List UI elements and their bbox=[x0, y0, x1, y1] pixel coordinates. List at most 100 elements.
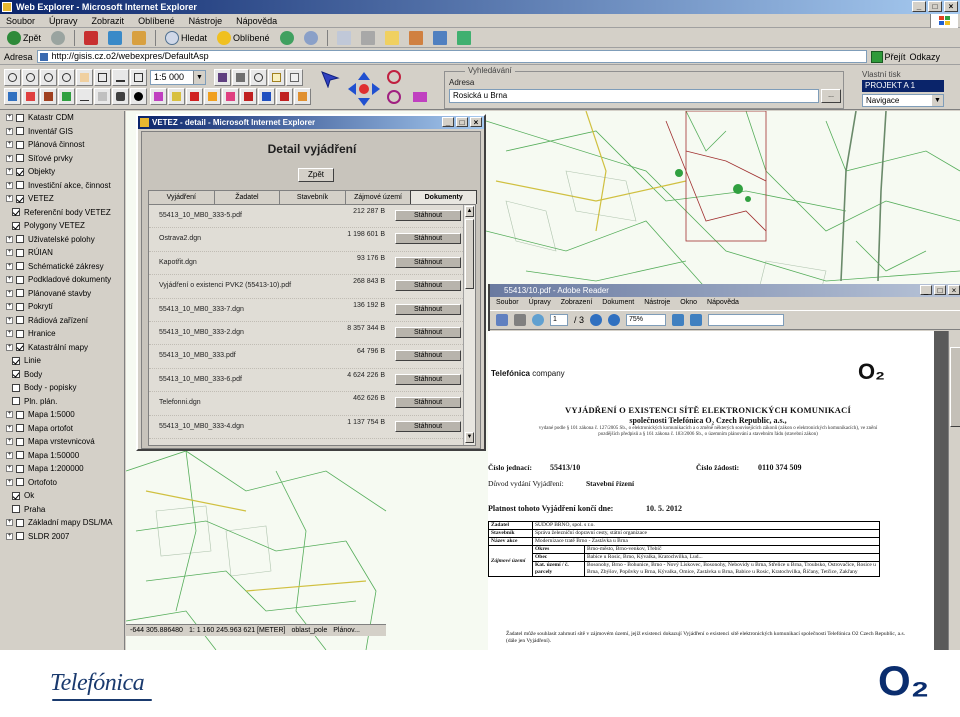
expand-icon[interactable]: + bbox=[6, 195, 13, 203]
layer-item[interactable]: + Uživatelské polohy bbox=[0, 233, 124, 247]
stop-button[interactable] bbox=[81, 29, 101, 47]
layer-checkbox[interactable] bbox=[12, 221, 20, 230]
search-button[interactable]: Hledat bbox=[162, 29, 210, 47]
layer-item[interactable]: + Mapa ortofot bbox=[0, 422, 124, 436]
layer-item[interactable]: + Plánované stavby bbox=[0, 287, 124, 301]
expand-icon[interactable]: + bbox=[6, 114, 13, 122]
network-tool[interactable] bbox=[276, 88, 293, 105]
expand-icon[interactable]: + bbox=[6, 154, 13, 162]
address-input[interactable]: http://gisis.cz.o2/webexpres/DefaultAsp bbox=[36, 50, 867, 63]
menu-edit[interactable]: Úpravy bbox=[49, 14, 78, 27]
draw-tool[interactable] bbox=[4, 88, 21, 105]
layer-item[interactable]: + Mapa 1:50000 bbox=[0, 449, 124, 463]
layer-checkbox[interactable] bbox=[16, 181, 24, 190]
layer-checkbox[interactable] bbox=[16, 140, 24, 149]
menu-tools[interactable]: Nástroje bbox=[189, 14, 223, 27]
stamp-tool[interactable] bbox=[204, 88, 221, 105]
layer-checkbox[interactable] bbox=[12, 491, 20, 500]
scroll-thumb[interactable] bbox=[465, 219, 474, 289]
minimize-button[interactable]: _ bbox=[912, 1, 926, 12]
tab-vyjadreni[interactable]: Vyjádření bbox=[148, 190, 215, 204]
expand-icon[interactable]: + bbox=[6, 262, 13, 270]
reader-menu-document[interactable]: Dokument bbox=[602, 297, 634, 309]
polygon-tool[interactable] bbox=[150, 88, 167, 105]
zoom-full-tool[interactable] bbox=[130, 69, 147, 86]
expand-icon[interactable]: + bbox=[6, 235, 13, 243]
menu-file[interactable]: Soubor bbox=[6, 14, 35, 27]
messenger-button[interactable] bbox=[430, 29, 450, 47]
expand-icon[interactable]: + bbox=[6, 519, 13, 527]
download-button[interactable]: Stáhnout bbox=[395, 256, 461, 268]
prev-page-icon[interactable] bbox=[532, 314, 544, 326]
reader-scrollbar[interactable] bbox=[948, 331, 960, 650]
project-list-item[interactable]: PROJEKT A 1 bbox=[862, 80, 944, 92]
layer-checkbox[interactable] bbox=[16, 532, 24, 541]
expand-icon[interactable]: + bbox=[6, 438, 13, 446]
layer-item[interactable]: + SLDR 2007 bbox=[0, 530, 124, 544]
layer-checkbox[interactable] bbox=[12, 505, 20, 514]
text-tool[interactable] bbox=[94, 88, 111, 105]
layer-item[interactable]: + Plánová činnost bbox=[0, 138, 124, 152]
edit-button[interactable] bbox=[406, 29, 426, 47]
layer-item[interactable]: + Inventář GIS bbox=[0, 125, 124, 139]
layer-item[interactable]: + VETEZ bbox=[0, 192, 124, 206]
expand-icon[interactable]: + bbox=[6, 330, 13, 338]
expand-icon[interactable]: + bbox=[6, 343, 13, 351]
close-button[interactable]: × bbox=[944, 1, 958, 12]
flag-tool[interactable] bbox=[186, 88, 203, 105]
layer-item[interactable]: + Rádiová zařízení bbox=[0, 314, 124, 328]
download-button[interactable]: Stáhnout bbox=[395, 303, 461, 315]
expand-icon[interactable]: + bbox=[6, 289, 13, 297]
bookmark-icon[interactable] bbox=[410, 88, 430, 106]
go-button[interactable]: Přejít bbox=[870, 50, 906, 63]
zoom-in-icon[interactable] bbox=[608, 314, 621, 326]
print-button[interactable] bbox=[358, 29, 378, 47]
menu-favorites[interactable]: Oblíbené bbox=[138, 14, 175, 27]
download-button[interactable]: Stáhnout bbox=[395, 280, 461, 292]
shape-tool[interactable] bbox=[112, 88, 129, 105]
favorites-button[interactable]: Oblíbené bbox=[214, 29, 273, 47]
view-tool[interactable] bbox=[250, 69, 267, 86]
address-search-input[interactable]: Rosická u Brna bbox=[449, 89, 819, 103]
maximize-button[interactable]: □ bbox=[934, 285, 946, 295]
zoom-out-icon[interactable] bbox=[590, 314, 603, 326]
refresh-button[interactable] bbox=[105, 29, 125, 47]
point-tool[interactable] bbox=[58, 88, 75, 105]
erase-tool[interactable] bbox=[22, 88, 39, 105]
info-tool[interactable] bbox=[268, 69, 285, 86]
layer-checkbox[interactable] bbox=[16, 275, 24, 284]
highlight-tool[interactable] bbox=[222, 88, 239, 105]
layer-item[interactable]: Body - popisky bbox=[0, 381, 124, 395]
layer-item[interactable]: + Mapa vrstevnicová bbox=[0, 435, 124, 449]
close-button[interactable]: × bbox=[470, 117, 482, 127]
scroll-thumb[interactable] bbox=[950, 347, 960, 427]
close-button[interactable]: × bbox=[948, 285, 960, 295]
zoom-in-tool[interactable] bbox=[4, 69, 21, 86]
home-button[interactable] bbox=[129, 29, 149, 47]
layer-checkbox[interactable] bbox=[16, 343, 24, 352]
find-input[interactable] bbox=[708, 314, 785, 326]
layer-checkbox[interactable] bbox=[16, 127, 24, 136]
layer-tool[interactable] bbox=[214, 69, 231, 86]
reader-menu-help[interactable]: Nápověda bbox=[707, 297, 739, 309]
pin-tool[interactable] bbox=[40, 88, 57, 105]
expand-icon[interactable]: + bbox=[6, 316, 13, 324]
folder-button[interactable] bbox=[382, 29, 402, 47]
layer-checkbox[interactable] bbox=[16, 424, 24, 433]
layer-item[interactable]: + Podkladové dokumenty bbox=[0, 273, 124, 287]
print-icon[interactable] bbox=[514, 314, 526, 326]
expand-icon[interactable]: + bbox=[6, 181, 13, 189]
address-search-button[interactable]: ... bbox=[821, 89, 841, 103]
expand-icon[interactable]: + bbox=[6, 249, 13, 257]
download-button[interactable]: Stáhnout bbox=[395, 233, 461, 245]
layer-item[interactable]: + Mapa 1:5000 bbox=[0, 408, 124, 422]
layer-item[interactable]: Praha bbox=[0, 503, 124, 517]
export-tool[interactable] bbox=[294, 88, 311, 105]
line-tool[interactable] bbox=[76, 88, 93, 105]
zoom-prev-tool[interactable] bbox=[58, 69, 75, 86]
layer-checkbox[interactable] bbox=[12, 383, 20, 392]
minimize-button[interactable]: _ bbox=[920, 285, 932, 295]
layer-checkbox[interactable] bbox=[12, 397, 20, 406]
layer-item[interactable]: + Mapa 1:200000 bbox=[0, 462, 124, 476]
menu-help[interactable]: Nápověda bbox=[236, 14, 277, 27]
